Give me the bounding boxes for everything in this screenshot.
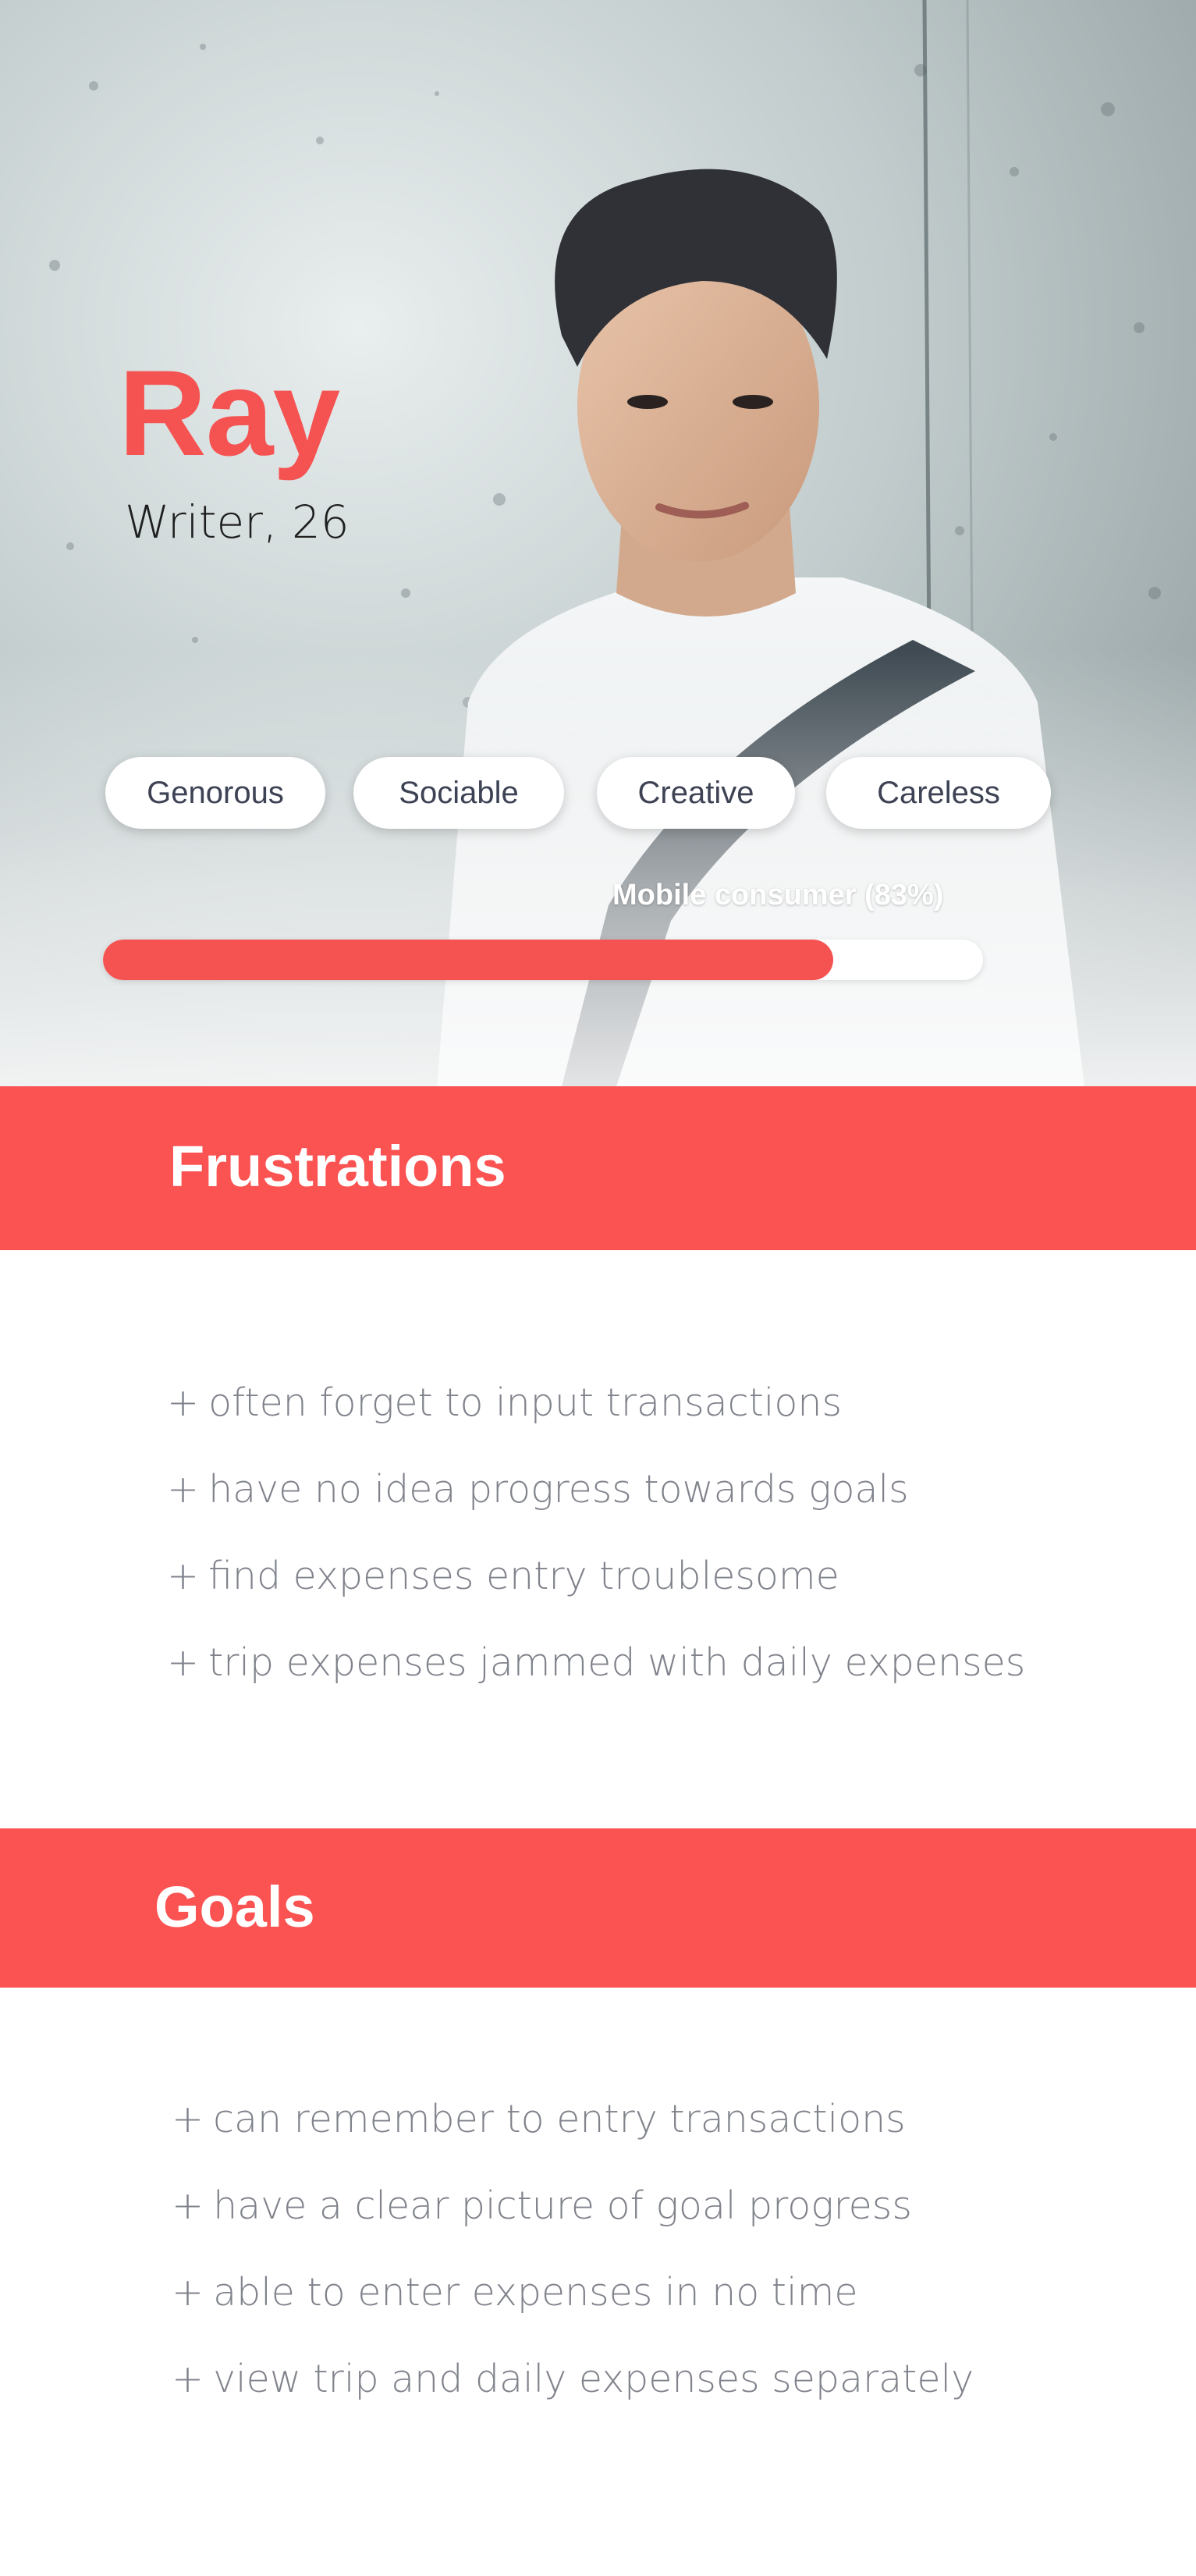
- plus-bullet: +: [167, 1554, 200, 1598]
- list-item-text: have no idea progress towards goals: [208, 1467, 909, 1512]
- frustrations-list: + often forget to input transactions + hav…: [167, 1372, 1025, 1718]
- list-item-text: able to enter expenses in no time: [213, 2270, 858, 2315]
- section-title-goals: Goals: [154, 1874, 315, 1939]
- list-item: + trip expenses jammed with daily expense…: [167, 1632, 1025, 1718]
- persona-page: Ray Writer, 26 Genorous Sociable Creativ…: [0, 0, 1196, 2576]
- persona-name: Ray: [119, 346, 340, 481]
- trait-chips: Genorous Sociable Creative Careless: [0, 757, 1196, 829]
- list-item-text: can remember to entry transactions: [213, 2097, 906, 2141]
- progress-bar-fill: [103, 940, 834, 980]
- frustrations-header: Frustrations: [0, 1086, 1196, 1250]
- list-item: + able to enter expenses in no time: [172, 2262, 974, 2348]
- plus-bullet: +: [172, 2097, 204, 2141]
- list-item-text: often forget to input transactions: [208, 1380, 842, 1425]
- section-title-frustrations: Frustrations: [169, 1134, 506, 1199]
- list-item: + have no idea progress towards goals: [167, 1459, 1025, 1545]
- plus-bullet: +: [167, 1467, 200, 1512]
- list-item: + have a clear picture of goal progress: [172, 2175, 974, 2262]
- list-item: + can remember to entry transactions: [172, 2088, 974, 2175]
- trait-chip: Creative: [597, 757, 795, 829]
- list-item: + find expenses entry troublesome: [167, 1545, 1025, 1632]
- list-item: + view trip and daily expenses separately: [172, 2348, 974, 2435]
- goals-header: Goals: [0, 1828, 1196, 1988]
- plus-bullet: +: [172, 2357, 204, 2401]
- progress-bar-track: [103, 940, 983, 980]
- persona-role: Writer, 26: [125, 496, 350, 549]
- plus-bullet: +: [167, 1640, 200, 1685]
- list-item-text: trip expenses jammed with daily expenses: [208, 1640, 1026, 1685]
- goals-list: + can remember to entry transactions + hav…: [172, 2088, 974, 2435]
- plus-bullet: +: [172, 2183, 204, 2228]
- list-item: + often forget to input transactions: [167, 1372, 1025, 1459]
- progress-label: Mobile consumer (83%): [612, 879, 944, 911]
- list-item-text: view trip and daily expenses separately: [213, 2357, 974, 2401]
- plus-bullet: +: [172, 2270, 204, 2315]
- list-item-text: find expenses entry troublesome: [208, 1554, 839, 1598]
- list-item-text: have a clear picture of goal progress: [213, 2183, 912, 2228]
- hero-section: Ray Writer, 26 Genorous Sociable Creativ…: [0, 0, 1196, 1086]
- hero-gradient-overlay: [0, 649, 1196, 1086]
- trait-chip: Careless: [826, 757, 1051, 829]
- trait-chip: Genorous: [105, 757, 325, 829]
- trait-chip: Sociable: [353, 757, 564, 829]
- plus-bullet: +: [167, 1380, 200, 1425]
